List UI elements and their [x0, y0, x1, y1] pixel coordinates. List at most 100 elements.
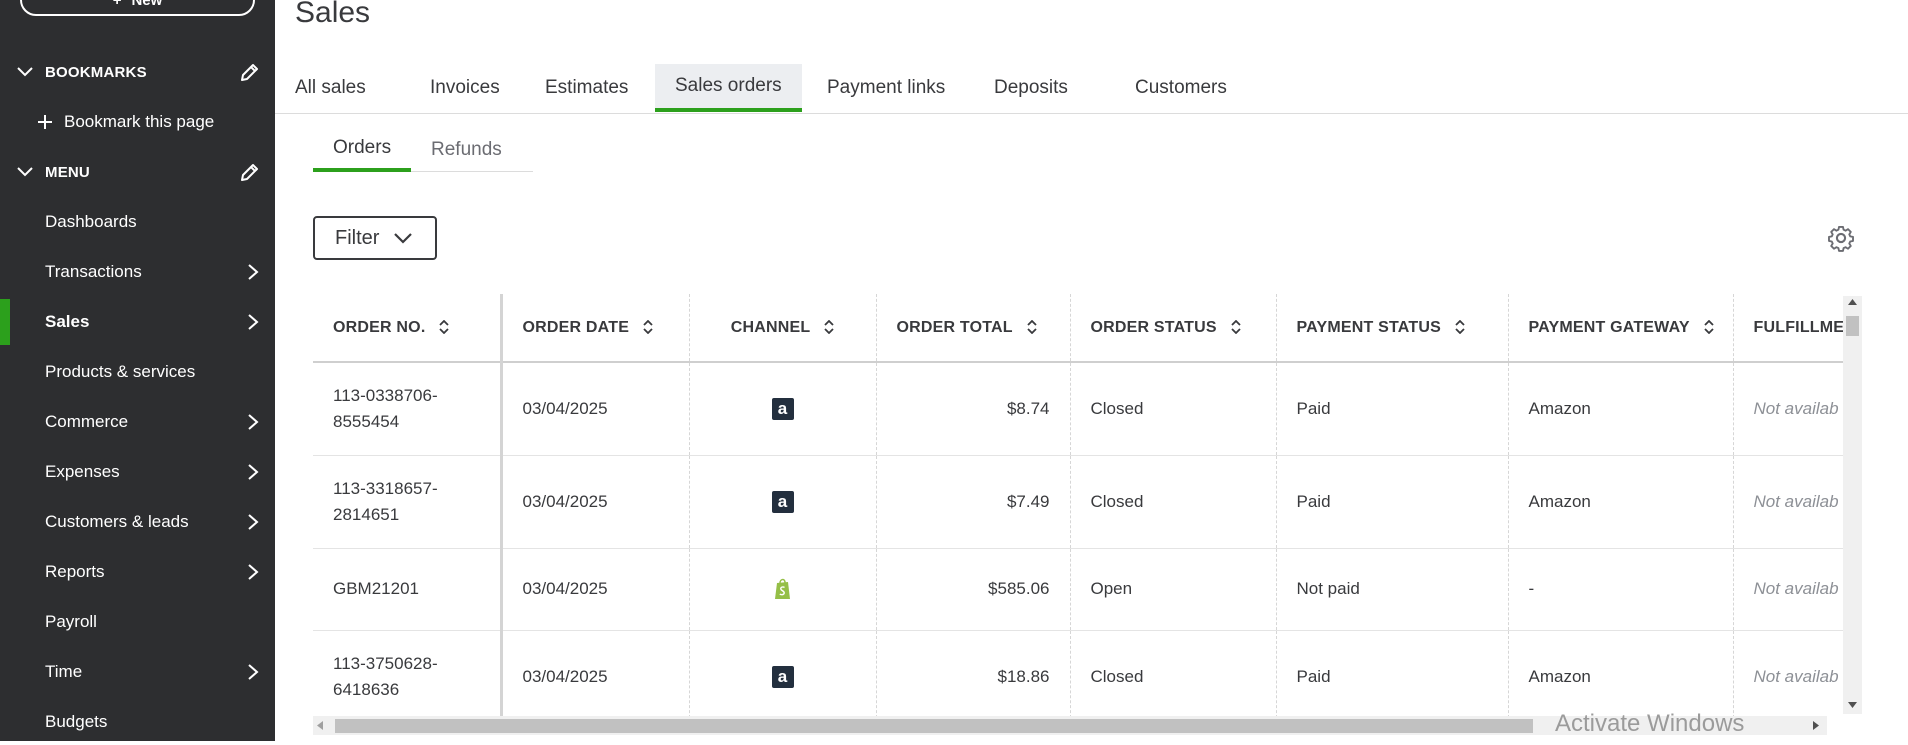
subtab-refunds[interactable]: Refunds	[411, 128, 522, 172]
cell-order-no[interactable]: 113-3750628- 6418636	[313, 630, 503, 716]
col-header-label: ORDER STATUS	[1090, 318, 1217, 336]
bookmark-this-page-label: Bookmark this page	[64, 112, 215, 131]
sidebar-item-sales[interactable]: Sales	[0, 299, 275, 345]
scroll-up-arrow-icon[interactable]	[1848, 299, 1857, 305]
cell-order-date: 03/04/2025	[501, 548, 690, 631]
col-header-channel[interactable]: CHANNEL	[689, 294, 877, 363]
cell-order-no[interactable]: GBM21201	[313, 548, 503, 631]
tab-deposits[interactable]: Deposits	[974, 64, 1088, 112]
sidebar-item-label: Budgets	[45, 712, 108, 731]
cell-fulfillment: Not availab	[1733, 455, 1858, 549]
sidebar-item-expenses[interactable]: Expenses	[0, 449, 275, 495]
table-row[interactable]: 113-3318657- 2814651 03/04/2025 a $7.49 C…	[313, 455, 1858, 549]
horizontal-scroll-thumb[interactable]	[335, 719, 1533, 733]
sidebar-item-dashboards[interactable]: Dashboards	[0, 199, 275, 245]
order-no-line1: 113-0338706-	[333, 385, 438, 405]
cell-order-no[interactable]: 113-0338706- 8555454	[313, 362, 503, 456]
cell-channel	[689, 548, 877, 631]
scroll-down-arrow-icon[interactable]	[1848, 702, 1857, 708]
cell-payment-status: Paid	[1276, 630, 1509, 716]
sales-tabs: All sales Invoices Estimates Sales order…	[275, 64, 1908, 114]
sidebar-item-time[interactable]: Time	[0, 649, 275, 695]
cell-channel: a	[689, 362, 877, 456]
edit-bookmarks-pencil-icon[interactable]	[238, 62, 260, 84]
sidebar-item-reports[interactable]: Reports	[0, 549, 275, 595]
col-header-payment-gateway[interactable]: PAYMENT GATEWAY	[1508, 294, 1734, 363]
active-indicator	[0, 299, 10, 345]
col-header-label: PAYMENT STATUS	[1296, 318, 1441, 336]
menu-title: MENU	[45, 163, 90, 181]
sidebar-item-products-services[interactable]: Products & services	[0, 349, 275, 395]
bookmark-this-page-link[interactable]: Bookmark this page	[36, 106, 214, 138]
table-vertical-scrollbar[interactable]	[1843, 296, 1862, 714]
cell-order-status: Closed	[1070, 630, 1277, 716]
edit-menu-pencil-icon[interactable]	[238, 162, 260, 184]
chevron-right-icon	[248, 264, 259, 280]
cell-order-date: 03/04/2025	[501, 630, 690, 716]
tab-invoices[interactable]: Invoices	[410, 64, 520, 112]
filter-label: Filter	[335, 226, 380, 249]
col-header-order-date[interactable]: ORDER DATE	[501, 294, 690, 363]
bookmarks-header[interactable]: BOOKMARKS	[0, 52, 275, 92]
menu-header[interactable]: MENU	[0, 152, 275, 192]
activate-windows-watermark: Activate Windows	[1555, 710, 1745, 737]
cell-order-total: $7.49	[876, 455, 1071, 549]
sidebar-item-label: Dashboards	[45, 212, 137, 231]
new-button[interactable]: + New	[20, 0, 255, 16]
cell-payment-status: Not paid	[1276, 548, 1509, 631]
tab-sales-orders[interactable]: Sales orders	[655, 64, 802, 112]
filter-button[interactable]: Filter	[313, 216, 437, 260]
sort-icon	[1027, 320, 1037, 335]
tab-customers[interactable]: Customers	[1115, 64, 1247, 112]
col-header-payment-status[interactable]: PAYMENT STATUS	[1276, 294, 1509, 363]
scroll-right-arrow-icon[interactable]	[1813, 721, 1819, 730]
sidebar-item-transactions[interactable]: Transactions	[0, 249, 275, 295]
sidebar-item-commerce[interactable]: Commerce	[0, 399, 275, 445]
sidebar-item-label: Transactions	[45, 262, 142, 281]
col-header-order-total[interactable]: ORDER TOTAL	[876, 294, 1071, 363]
tab-payment-links[interactable]: Payment links	[807, 64, 965, 112]
col-header-order-no[interactable]: ORDER NO.	[313, 294, 503, 363]
cell-payment-gateway: -	[1508, 548, 1734, 631]
sort-icon	[439, 320, 450, 335]
tab-all-sales[interactable]: All sales	[275, 64, 386, 112]
sidebar-item-payroll[interactable]: Payroll	[0, 599, 275, 645]
table-row[interactable]: 113-3750628- 6418636 03/04/2025 a $18.86 …	[313, 630, 1858, 716]
col-header-order-status[interactable]: ORDER STATUS	[1070, 294, 1277, 363]
orders-table: ORDER NO. ORDER DATE CHANNEL ORDER TOTAL…	[313, 294, 1858, 716]
sidebar-item-customers-leads[interactable]: Customers & leads	[0, 499, 275, 545]
cell-order-status: Open	[1070, 548, 1277, 631]
chevron-right-icon	[248, 414, 259, 430]
cell-fulfillment: Not availab	[1733, 548, 1858, 631]
scroll-left-arrow-icon[interactable]	[317, 721, 323, 730]
cell-order-total: $8.74	[876, 362, 1071, 456]
tab-estimates[interactable]: Estimates	[525, 64, 648, 112]
sidebar-item-budgets[interactable]: Budgets	[0, 699, 275, 745]
new-button-label: New	[131, 0, 163, 9]
table-row[interactable]: 113-0338706- 8555454 03/04/2025 a $8.74 C…	[313, 362, 1858, 456]
bookmarks-title: BOOKMARKS	[45, 63, 147, 81]
subtab-orders[interactable]: Orders	[313, 128, 412, 172]
chevron-right-icon	[248, 564, 259, 580]
col-header-label: ORDER NO.	[333, 318, 426, 336]
col-header-fulfillment[interactable]: FULFILLME	[1733, 294, 1858, 363]
order-no-line2: 8555454	[333, 411, 400, 431]
cell-payment-status: Paid	[1276, 455, 1509, 549]
chevron-right-icon	[248, 314, 259, 330]
cell-order-status: Closed	[1070, 362, 1277, 456]
order-no-line1: 113-3750628-	[333, 653, 438, 673]
chevron-right-icon	[248, 664, 259, 680]
page-title: Sales	[295, 0, 371, 29]
cell-order-no[interactable]: 113-3318657- 2814651	[313, 455, 503, 549]
chevron-down-icon	[17, 67, 33, 77]
settings-gear-icon[interactable]	[1827, 224, 1855, 252]
sidebar: + New BOOKMARKS Bookmark this page MENU …	[0, 0, 275, 741]
cell-payment-gateway: Amazon	[1508, 362, 1734, 456]
cell-payment-gateway: Amazon	[1508, 455, 1734, 549]
table-row[interactable]: GBM21201 03/04/2025 $585.06 Open Not pai…	[313, 548, 1858, 631]
amazon-logo-icon: a	[771, 397, 794, 420]
order-no-line1: 113-3318657-	[333, 478, 438, 498]
main-content: Sales All sales Invoices Estimates Sales…	[275, 0, 1908, 741]
vertical-scroll-thumb[interactable]	[1846, 316, 1859, 336]
sort-icon	[1704, 320, 1714, 335]
